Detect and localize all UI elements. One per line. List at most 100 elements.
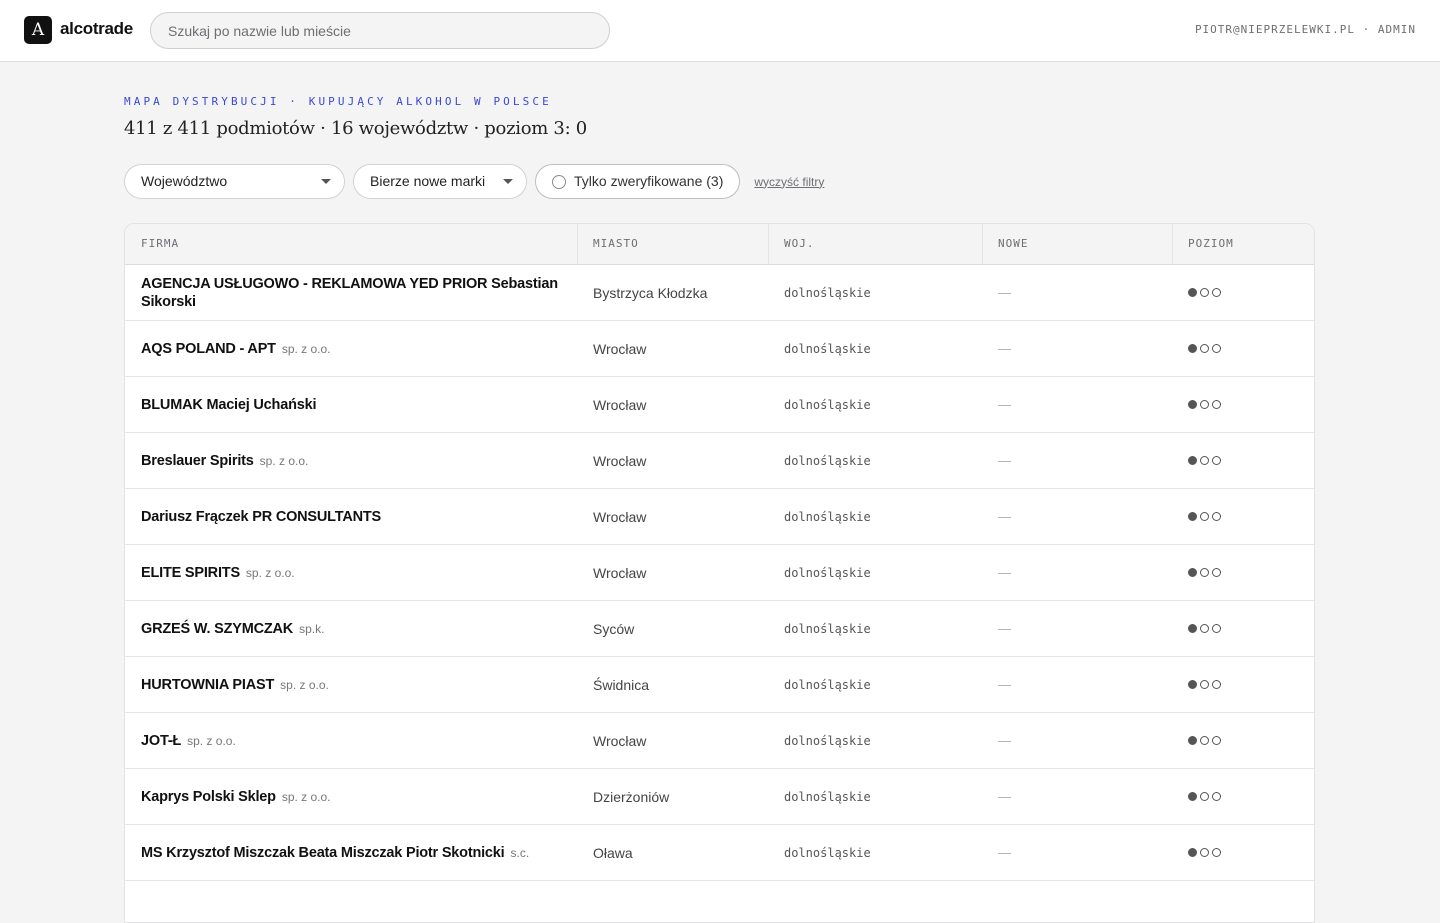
table-row[interactable]: Breslauer Spirits sp. z o.o. Wrocław dolnoś…: [125, 433, 1314, 489]
level-dot-icon: [1188, 568, 1197, 577]
table-row[interactable]: BLUMAK Maciej Uchański Wrocław dolnośląski…: [125, 377, 1314, 433]
column-header-miasto[interactable]: MIASTO: [593, 224, 639, 264]
column-header-poziom[interactable]: POZIOM: [1188, 224, 1234, 264]
level-dot-icon: [1188, 400, 1197, 409]
level-dot-icon: [1188, 624, 1197, 633]
cell-poziom: [1188, 601, 1288, 656]
level-dot-icon: [1188, 512, 1197, 521]
column-header-woj[interactable]: WOJ.: [784, 224, 815, 264]
company-name[interactable]: AGENCJA USŁUGOWO - REKLAMOWA YED PRIOR S…: [141, 276, 558, 310]
cell-woj: dolnośląskie: [784, 677, 871, 692]
cell-poziom: [1188, 545, 1288, 600]
cell-miasto: Świdnica: [593, 676, 650, 693]
level-indicator: [1188, 512, 1224, 521]
level-dot-icon: [1212, 568, 1221, 577]
company-name[interactable]: JOT-Ł: [141, 733, 181, 749]
table-row[interactable]: Kaprys Polski Sklep sp. z o.o. Dzierżoniów…: [125, 769, 1314, 825]
level-dot-icon: [1200, 400, 1209, 409]
verified-only-label: Tylko zweryfikowane (3): [574, 173, 724, 189]
cell-woj: dolnośląskie: [784, 565, 871, 580]
level-indicator: [1188, 736, 1224, 745]
chevron-down-icon: [503, 179, 513, 184]
company-name[interactable]: AQS POLAND - APT: [141, 341, 276, 357]
cell-woj: dolnośląskie: [784, 397, 871, 412]
table-row[interactable]: GRZEŚ W. SZYMCZAK sp.k. Syców dolnośląskie —: [125, 601, 1314, 657]
level-dot-icon: [1200, 792, 1209, 801]
cell-nowe: —: [998, 621, 1011, 636]
column-divider: [1172, 224, 1173, 264]
logo-icon[interactable]: A: [24, 16, 52, 44]
level-dot-icon: [1188, 288, 1197, 297]
cell-woj: dolnośląskie: [784, 789, 871, 804]
cell-miasto: Dzierżoniów: [593, 788, 670, 805]
cell-woj: dolnośląskie: [784, 621, 871, 636]
level-indicator: [1188, 400, 1224, 409]
table-row[interactable]: AQS POLAND - APT sp. z o.o. Wrocław dolnośl…: [125, 321, 1314, 377]
level-indicator: [1188, 848, 1224, 857]
search-input[interactable]: [150, 12, 610, 49]
company-name[interactable]: Dariusz Frączek PR CONSULTANTS: [141, 509, 381, 525]
company-name[interactable]: BLUMAK Maciej Uchański: [141, 397, 316, 413]
cell-poziom: [1188, 265, 1288, 320]
cell-miasto: Wrocław: [593, 452, 647, 469]
cell-poziom: [1188, 769, 1288, 824]
clear-filters-link[interactable]: wyczyść filtry: [754, 175, 824, 189]
cell-miasto: Oława: [593, 844, 633, 861]
company-name[interactable]: ELITE SPIRITS: [141, 565, 240, 581]
user-account[interactable]: PIOTR@NIEPRZELEWKI.PL · ADMIN: [1195, 23, 1416, 36]
cell-miasto: Wrocław: [593, 396, 647, 413]
company-type: sp. z o.o.: [259, 453, 309, 468]
company-name[interactable]: GRZEŚ W. SZYMCZAK: [141, 621, 293, 637]
level-indicator: [1188, 792, 1224, 801]
cell-poziom: [1188, 713, 1288, 768]
table-row[interactable]: JOT-Ł sp. z o.o. Wrocław dolnośląskie —: [125, 713, 1314, 769]
company-type: sp. z o.o.: [245, 565, 295, 580]
cell-miasto: Bystrzyca Kłodzka: [593, 284, 708, 301]
company-type: sp. z o.o.: [281, 341, 331, 356]
company-name[interactable]: Breslauer Spirits: [141, 453, 254, 469]
cell-poziom: [1188, 433, 1288, 488]
column-header-firma[interactable]: FIRMA: [141, 224, 179, 264]
level-dot-icon: [1212, 736, 1221, 745]
cell-nowe: —: [998, 677, 1011, 692]
cell-firma: ELITE SPIRITS sp. z o.o.: [141, 545, 581, 600]
cell-woj: dolnośląskie: [784, 509, 871, 524]
column-divider: [982, 224, 983, 264]
cell-miasto: Wrocław: [593, 340, 647, 357]
company-name[interactable]: HURTOWNIA PIAST: [141, 677, 274, 693]
verified-only-toggle[interactable]: Tylko zweryfikowane (3): [535, 164, 741, 199]
cell-firma: Kaprys Polski Sklep sp. z o.o.: [141, 769, 581, 824]
table-row[interactable]: AGENCJA USŁUGOWO - REKLAMOWA YED PRIOR S…: [125, 265, 1314, 321]
level-dot-icon: [1200, 512, 1209, 521]
level-dot-icon: [1200, 848, 1209, 857]
region-select[interactable]: Województwo: [124, 164, 345, 199]
cell-miasto: Wrocław: [593, 732, 647, 749]
level-dot-icon: [1200, 736, 1209, 745]
cell-nowe: —: [998, 845, 1011, 860]
cell-firma: AQS POLAND - APT sp. z o.o.: [141, 321, 581, 376]
new-brands-select[interactable]: Bierze nowe marki: [353, 164, 527, 199]
chevron-down-icon: [321, 179, 331, 184]
logo-text[interactable]: alcotrade: [60, 19, 133, 39]
level-dot-icon: [1188, 680, 1197, 689]
cell-woj: dolnośląskie: [784, 341, 871, 356]
company-name[interactable]: MS Krzysztof Miszczak Beata Miszczak Pio…: [141, 845, 505, 861]
level-indicator: [1188, 288, 1224, 297]
table-row[interactable]: HURTOWNIA PIAST sp. z o.o. Świdnica dolnośl…: [125, 657, 1314, 713]
table-row[interactable]: MS Krzysztof Miszczak Beata Miszczak Pio…: [125, 825, 1314, 881]
cell-poziom: [1188, 489, 1288, 544]
cell-firma: HURTOWNIA PIAST sp. z o.o.: [141, 657, 581, 712]
level-dot-icon: [1188, 736, 1197, 745]
filter-bar: Województwo Bierze nowe marki Tylko zwer…: [124, 164, 824, 199]
company-name[interactable]: Kaprys Polski Sklep: [141, 789, 276, 805]
level-dot-icon: [1200, 344, 1209, 353]
cell-firma: BLUMAK Maciej Uchański: [141, 377, 581, 432]
level-indicator: [1188, 568, 1224, 577]
column-header-nowe[interactable]: NOWE: [998, 224, 1029, 264]
level-dot-icon: [1212, 680, 1221, 689]
company-type: sp.k.: [299, 621, 325, 636]
top-bar: A alcotrade PIOTR@NIEPRZELEWKI.PL · ADMI…: [0, 0, 1440, 62]
table-body: AGENCJA USŁUGOWO - REKLAMOWA YED PRIOR S…: [125, 265, 1314, 881]
table-row[interactable]: ELITE SPIRITS sp. z o.o. Wrocław dolnośląsk…: [125, 545, 1314, 601]
table-row[interactable]: Dariusz Frączek PR CONSULTANTS Wrocław dol…: [125, 489, 1314, 545]
